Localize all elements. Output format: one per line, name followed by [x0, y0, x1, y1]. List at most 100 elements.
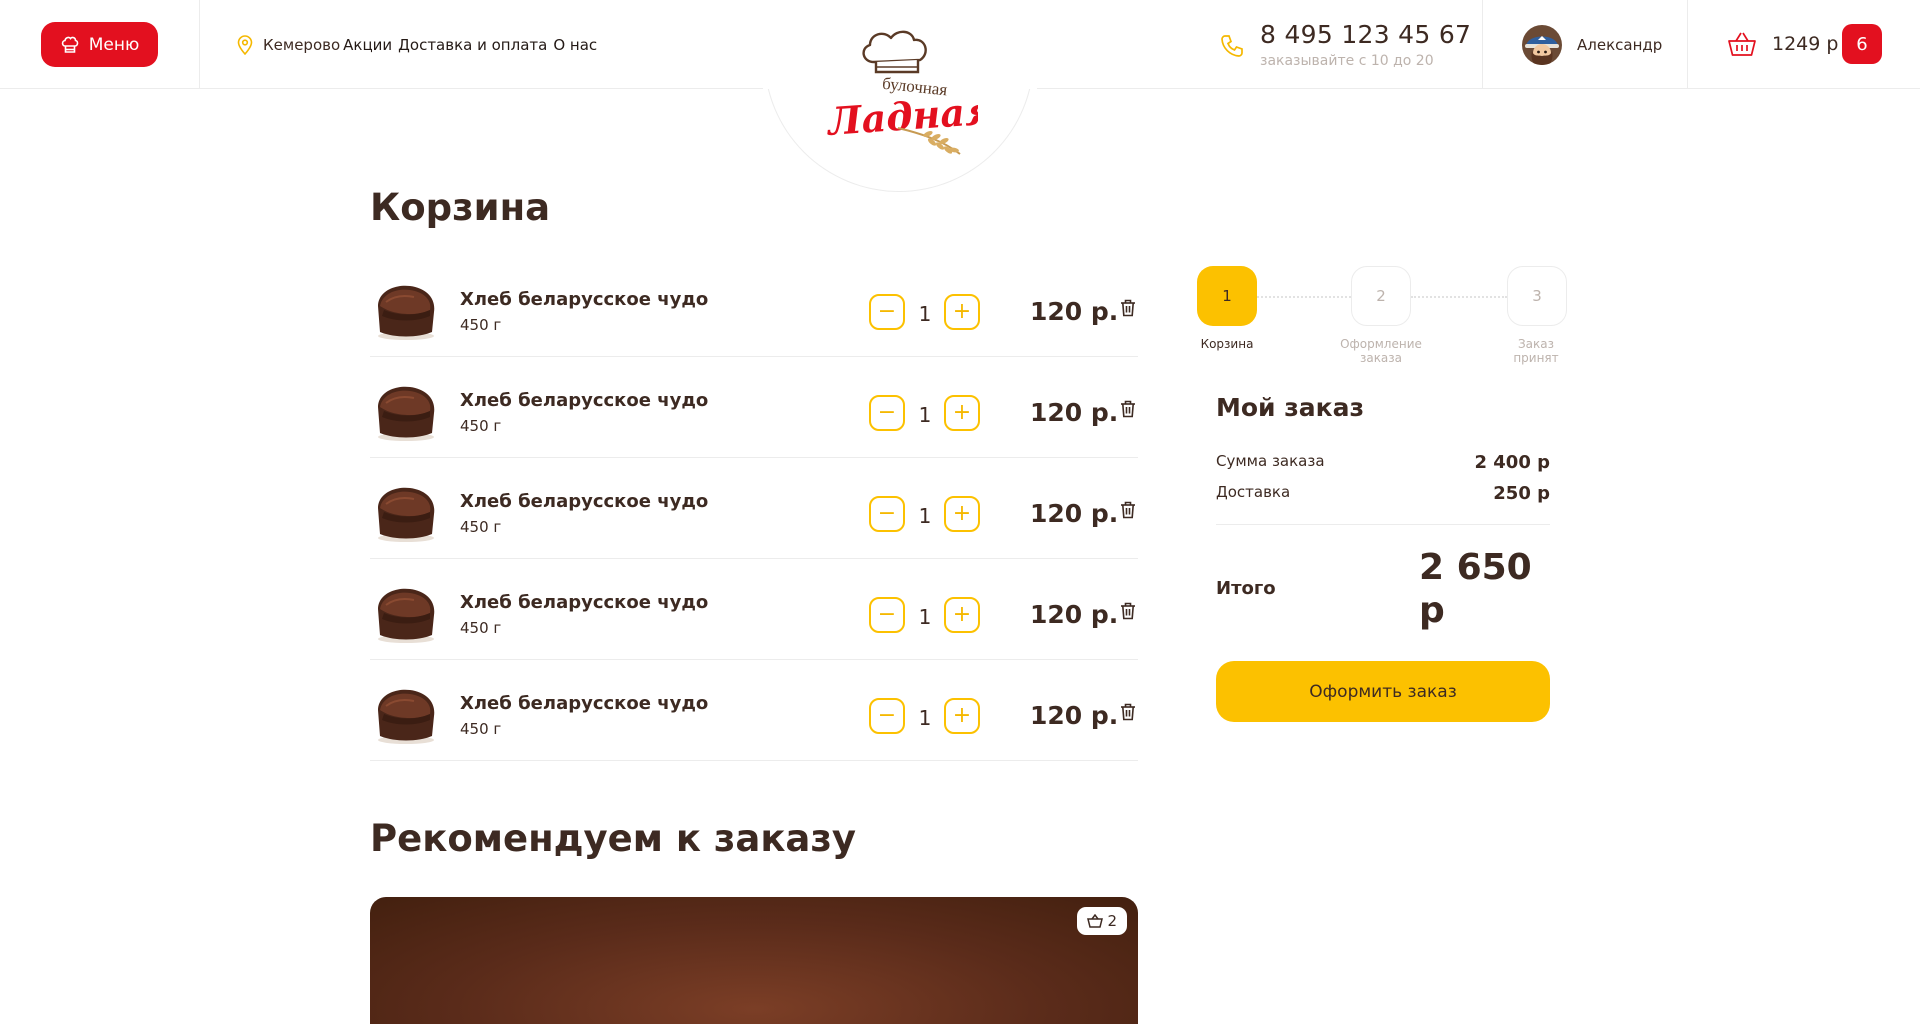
- step-2-checkout: 2: [1351, 266, 1411, 326]
- quantity-value: 1: [918, 302, 932, 326]
- order-sum-value: 2 400 р: [1474, 452, 1550, 473]
- chef-hat-icon: [61, 36, 79, 53]
- trash-icon[interactable]: [1120, 703, 1136, 721]
- product-weight: 450 г: [460, 619, 502, 637]
- cart-row: Хлеб беларусское чудо 450 г − 1 + 120 р.: [370, 256, 1138, 357]
- cart-row: Хлеб беларусское чудо 450 г − 1 + 120 р.: [370, 559, 1138, 660]
- quantity-value: 1: [918, 706, 932, 730]
- quantity-increase-button[interactable]: +: [944, 294, 980, 330]
- product-name[interactable]: Хлеб беларусское чудо: [460, 491, 708, 512]
- plus-icon: +: [952, 299, 972, 324]
- product-weight: 450 г: [460, 417, 502, 435]
- basket-icon: [1087, 914, 1104, 928]
- recommended-product-card[interactable]: 2: [370, 897, 1138, 1024]
- phone-hours: заказывайте с 10 до 20: [1260, 53, 1434, 69]
- step-1-cart[interactable]: 1: [1197, 266, 1257, 326]
- plus-icon: +: [952, 501, 972, 526]
- trash-icon[interactable]: [1120, 400, 1136, 418]
- product-weight: 450 г: [460, 518, 502, 536]
- phone-icon: [1221, 35, 1243, 57]
- product-thumbnail[interactable]: [372, 478, 440, 544]
- total-label: Итого: [1216, 578, 1276, 599]
- minus-icon: −: [877, 299, 897, 324]
- city-selector[interactable]: Кемерово: [263, 36, 340, 54]
- map-pin-icon: [237, 35, 253, 55]
- product-price: 120 р.: [1030, 499, 1119, 528]
- quantity-value: 1: [918, 403, 932, 427]
- basket-total[interactable]: 1249 р: [1772, 33, 1838, 55]
- quantity-value: 1: [918, 605, 932, 629]
- quantity-increase-button[interactable]: +: [944, 698, 980, 734]
- nav-link-promotions[interactable]: Акции: [343, 36, 392, 54]
- trash-icon[interactable]: [1120, 299, 1136, 317]
- order-sum-label: Сумма заказа: [1216, 452, 1325, 470]
- nav-link-delivery[interactable]: Доставка и оплата: [398, 36, 547, 54]
- delivery-value: 250 р: [1493, 483, 1550, 504]
- step-2-label: Оформление заказа: [1340, 337, 1422, 365]
- trash-icon[interactable]: [1120, 501, 1136, 519]
- plus-icon: +: [952, 400, 972, 425]
- step-3-accepted: 3: [1507, 266, 1567, 326]
- user-name[interactable]: Александр: [1577, 36, 1662, 54]
- top-nav: Кемерово Акции Доставка и оплата О нас: [236, 35, 603, 55]
- quantity-decrease-button[interactable]: −: [869, 294, 905, 330]
- product-name[interactable]: Хлеб беларусское чудо: [460, 592, 708, 613]
- header-divider: [1687, 0, 1688, 89]
- step-1-label: Корзина: [1200, 337, 1254, 351]
- basket-count-badge[interactable]: 6: [1842, 24, 1882, 64]
- header-divider: [1482, 0, 1483, 89]
- quantity-value: 1: [918, 504, 932, 528]
- quantity-decrease-button[interactable]: −: [869, 496, 905, 532]
- minus-icon: −: [877, 602, 897, 627]
- product-price: 120 р.: [1030, 297, 1119, 326]
- menu-button-label: Меню: [88, 34, 140, 55]
- summary-delivery: Доставка 250 р: [1216, 483, 1550, 504]
- quantity-increase-button[interactable]: +: [944, 496, 980, 532]
- menu-button[interactable]: Меню: [41, 22, 158, 67]
- total-value: 2 650 р: [1419, 547, 1532, 631]
- quantity-increase-button[interactable]: +: [944, 395, 980, 431]
- product-thumbnail[interactable]: [372, 579, 440, 645]
- minus-icon: −: [877, 703, 897, 728]
- product-price: 120 р.: [1030, 600, 1119, 629]
- recommend-badge-count: 2: [1107, 912, 1117, 930]
- product-name[interactable]: Хлеб беларусское чудо: [460, 693, 708, 714]
- product-weight: 450 г: [460, 720, 502, 738]
- phone-number[interactable]: 8 495 123 45 67: [1260, 20, 1471, 49]
- product-name[interactable]: Хлеб беларусское чудо: [460, 390, 708, 411]
- summary-order-sum: Сумма заказа 2 400 р: [1216, 452, 1550, 473]
- product-thumbnail[interactable]: [372, 276, 440, 342]
- quantity-decrease-button[interactable]: −: [869, 395, 905, 431]
- basket-icon[interactable]: [1727, 30, 1757, 58]
- cart-row: Хлеб беларусское чудо 450 г − 1 + 120 р.: [370, 357, 1138, 458]
- minus-icon: −: [877, 501, 897, 526]
- header-divider: [199, 0, 200, 89]
- product-thumbnail[interactable]: [372, 680, 440, 746]
- product-thumbnail[interactable]: [372, 377, 440, 443]
- recommend-badge: 2: [1077, 907, 1127, 935]
- logo-wordmark: Ладная: [825, 87, 978, 144]
- avatar[interactable]: [1522, 25, 1562, 65]
- delivery-label: Доставка: [1216, 483, 1291, 501]
- summary-title: Мой заказ: [1216, 393, 1365, 422]
- step-3-label: Заказ принят: [1513, 337, 1559, 365]
- trash-icon[interactable]: [1120, 602, 1136, 620]
- summary-divider: [1216, 524, 1550, 525]
- step-connector: [1257, 296, 1351, 298]
- quantity-increase-button[interactable]: +: [944, 597, 980, 633]
- recommend-title: Рекомендуем к заказу: [370, 817, 857, 860]
- cart-row: Хлеб беларусское чудо 450 г − 1 + 120 р.: [370, 660, 1138, 761]
- cart-list: Хлеб беларусское чудо 450 г − 1 + 120 р.…: [370, 256, 1138, 761]
- quantity-decrease-button[interactable]: −: [869, 698, 905, 734]
- product-name[interactable]: Хлеб беларусское чудо: [460, 289, 708, 310]
- step-connector: [1411, 296, 1507, 298]
- nav-link-about[interactable]: О нас: [553, 36, 597, 54]
- product-price: 120 р.: [1030, 701, 1119, 730]
- plus-icon: +: [952, 602, 972, 627]
- minus-icon: −: [877, 400, 897, 425]
- checkout-button[interactable]: Оформить заказ: [1216, 661, 1550, 722]
- plus-icon: +: [952, 703, 972, 728]
- product-price: 120 р.: [1030, 398, 1119, 427]
- quantity-decrease-button[interactable]: −: [869, 597, 905, 633]
- bakery-logo[interactable]: булочная Ладная: [824, 18, 978, 170]
